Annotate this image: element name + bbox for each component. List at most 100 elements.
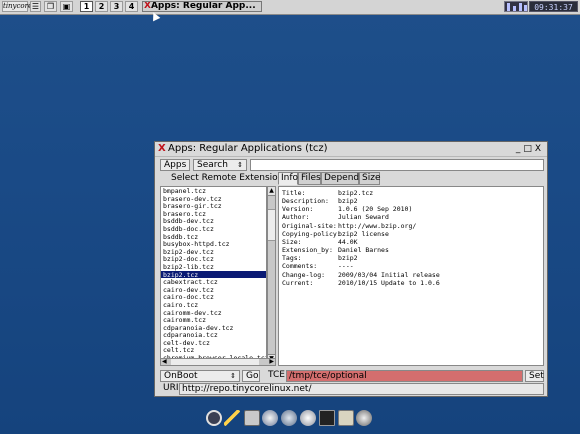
info-row: Size: 44.0K <box>282 238 358 246</box>
extension-list-item[interactable]: brasero.tcz <box>161 210 266 218</box>
extension-list-item[interactable]: cairomm-dev.tcz <box>161 309 266 317</box>
set-button[interactable]: Set <box>525 370 544 382</box>
info-row: Comments: ---- <box>282 262 354 270</box>
extension-list-item[interactable]: bsddb-doc.tcz <box>161 225 266 233</box>
search-input[interactable] <box>250 159 544 171</box>
info-value: 1.0.6 (20 Sep 2010) <box>338 205 413 214</box>
close-icon[interactable]: X <box>535 144 544 154</box>
power-icon[interactable] <box>206 410 222 426</box>
settings-icon[interactable] <box>356 410 372 426</box>
hscroll-thumb[interactable] <box>171 359 259 365</box>
extension-list-item[interactable]: bzip2-lib.tcz <box>161 263 266 271</box>
clock: 09:31:37 <box>529 1 578 12</box>
updown-icon: ⇕ <box>237 161 243 169</box>
list-horizontal-scrollbar[interactable]: ◀ ▶ <box>160 358 276 366</box>
info-row: Change-log: 2009/03/04 Initial release <box>282 271 440 279</box>
extension-list-item[interactable]: bsddb-dev.tcz <box>161 217 266 226</box>
list-vertical-scrollbar[interactable]: ▲ ▼ <box>267 186 276 364</box>
info-key: Version: <box>282 205 314 214</box>
extension-list-item[interactable]: cdparanoia.tcz <box>161 331 266 339</box>
info-pane: Title: bzip2.tcz Description: bzip2 Version:… <box>278 186 544 366</box>
extension-list-item[interactable]: brasero-gir.tcz <box>161 202 266 210</box>
dock <box>204 408 376 430</box>
search-select[interactable]: Search ⇕ <box>193 159 247 171</box>
tab-info[interactable]: Info <box>278 172 298 185</box>
maximize-icon[interactable]: □ <box>523 144 535 154</box>
control-panel-icon[interactable] <box>244 410 260 426</box>
info-value: ---- <box>338 262 354 271</box>
editor-icon[interactable] <box>224 410 240 426</box>
workspace-4[interactable]: 4 <box>125 1 138 12</box>
window-controls: _□X <box>516 143 544 155</box>
onboot-select[interactable]: OnBoot ⇕ <box>160 370 240 382</box>
extension-list-item[interactable]: cairo-dev.tcz <box>161 286 266 294</box>
info-key: Current: <box>282 278 314 287</box>
info-value: http://www.bzip.org/ <box>338 221 417 230</box>
info-value: Daniel Barnes <box>338 246 389 255</box>
scroll-thumb[interactable] <box>268 209 275 241</box>
extension-list-item[interactable]: bsddb.tcz <box>161 233 266 241</box>
onboot-select-label: OnBoot <box>164 371 198 381</box>
info-value: 2010/10/15 Update to 1.0.6 <box>338 278 440 287</box>
windows-icon[interactable]: ❐ <box>44 1 57 12</box>
extension-list-item[interactable]: bzip2-doc.tcz <box>161 255 266 264</box>
uri-field[interactable]: http://repo.tinycorelinux.net/ <box>179 383 544 395</box>
tce-path-field[interactable]: /tmp/tce/optional <box>286 370 523 382</box>
tce-label: TCE: <box>268 370 288 380</box>
window-titlebar[interactable]: X Apps: Regular Applications (tcz) _□X <box>155 142 547 157</box>
mail-icon[interactable] <box>338 410 354 426</box>
info-row: Description: bzip2 <box>282 197 358 205</box>
info-key: Extension_by: <box>282 246 333 255</box>
go-button[interactable]: Go <box>242 370 260 382</box>
extension-list-item[interactable]: cabextract.tcz <box>161 278 266 286</box>
info-row: Original-site:http://www.bzip.org/ <box>282 222 416 230</box>
logo-button[interactable]: tinycore <box>2 1 32 12</box>
desktop-icon[interactable]: ▣ <box>60 1 73 12</box>
scroll-right-icon[interactable]: ▶ <box>269 358 274 365</box>
workspace-1[interactable]: 1 <box>80 1 93 12</box>
search-select-label: Search <box>197 160 228 170</box>
info-row: Extension_by: Daniel Barnes <box>282 246 389 254</box>
info-key: Tags: <box>282 254 302 263</box>
top-panel: tinycore ☰ ❐ ▣ 1 2 3 4 XApps: Regular Ap… <box>0 0 580 15</box>
extension-list-item[interactable]: cairomm.tcz <box>161 316 266 324</box>
extension-list-item[interactable]: bzip2.tcz <box>161 270 266 278</box>
menu-icon[interactable]: ☰ <box>30 1 41 12</box>
extension-list-item[interactable]: cairo-doc.tcz <box>161 293 266 302</box>
apps-button[interactable]: Apps <box>160 159 190 171</box>
extension-list-item[interactable]: celt.tcz <box>161 346 266 355</box>
apps-icon[interactable] <box>262 410 278 426</box>
info-value: bzip2 <box>338 254 358 263</box>
mount-icon[interactable] <box>300 410 316 426</box>
app-x-icon: X <box>158 143 166 154</box>
info-row: Copying-policy:bzip2 license <box>282 230 389 238</box>
info-value: bzip2 <box>338 197 358 206</box>
app-x-icon: X <box>144 1 151 11</box>
extension-list-item[interactable]: bzip2-dev.tcz <box>161 248 266 256</box>
info-value: bzip2.tcz <box>338 189 374 197</box>
info-value: 44.0K <box>338 237 358 246</box>
scroll-left-icon[interactable]: ◀ <box>162 358 167 365</box>
workspace-3[interactable]: 3 <box>110 1 123 12</box>
extension-list-item[interactable]: cdparanoia-dev.tcz <box>161 324 266 332</box>
taskbar-item-apps[interactable]: XApps: Regular App... <box>142 1 262 12</box>
info-key: Title: <box>282 189 306 197</box>
extension-list-item[interactable]: brasero-dev.tcz <box>161 195 266 203</box>
terminal-icon[interactable] <box>319 410 335 426</box>
extension-list-item[interactable]: celt-dev.tcz <box>161 339 266 347</box>
tab-files[interactable]: Files <box>298 172 321 185</box>
scroll-up-icon[interactable]: ▲ <box>268 187 275 196</box>
extension-list-item[interactable]: cairo.tcz <box>161 301 266 309</box>
extension-list[interactable]: bmpanel.tcz brasero-dev.tcz brasero-gir.tc… <box>160 186 267 364</box>
apps-window: X Apps: Regular Applications (tcz) _□X A… <box>154 141 548 397</box>
tab-depends[interactable]: Depends <box>321 172 364 185</box>
extension-list-item[interactable]: busybox-httpd.tcz <box>161 240 266 248</box>
workspace-2[interactable]: 2 <box>95 1 108 12</box>
info-value: 2009/03/04 Initial release <box>338 270 440 279</box>
info-row: Tags: bzip2 <box>282 254 358 262</box>
tray-meter-icon <box>504 1 528 12</box>
info-row: Current: 2010/10/15 Update to 1.0.6 <box>282 279 440 287</box>
network-icon[interactable] <box>281 410 297 426</box>
extension-list-item[interactable]: bmpanel.tcz <box>161 187 266 195</box>
tab-size[interactable]: Size <box>359 172 380 185</box>
